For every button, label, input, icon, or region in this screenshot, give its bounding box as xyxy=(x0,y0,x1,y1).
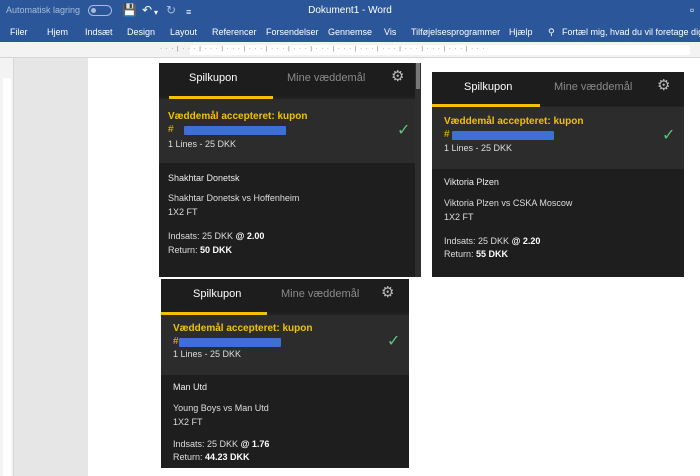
stake-line: Indsats: 25 DKK @ 2.00 xyxy=(168,231,264,241)
tab-spilkupon[interactable]: Spilkupon xyxy=(189,72,237,84)
coupon-tabs: Spilkupon Mine væddemål ⚙ xyxy=(161,279,409,313)
tab-forsendelser[interactable]: Forsendelser xyxy=(266,27,319,37)
coupon-lines: 1 Lines - 25 DKK xyxy=(168,139,237,149)
return-line: Return: 44.23 DKK xyxy=(173,452,250,462)
tab-design[interactable]: Design xyxy=(127,27,155,37)
tab-hjaelp[interactable]: Hjælp xyxy=(509,27,533,37)
coupon-hash: # xyxy=(168,124,174,135)
coupon-lines: 1 Lines - 25 DKK xyxy=(173,349,242,359)
stake-line: Indsats: 25 DKK @ 1.76 xyxy=(173,439,269,449)
match-name: Shakhtar Donetsk vs Hoffenheim xyxy=(168,193,300,203)
vertical-ruler[interactable] xyxy=(0,58,14,476)
coupon-scrollbar[interactable] xyxy=(415,63,421,277)
title-bar: Automatisk lagring 💾 ↶ ▾ ↻ ≡ Dokument1 -… xyxy=(0,0,700,22)
return-label: Return: xyxy=(173,452,203,462)
redacted-coupon-id xyxy=(452,131,554,140)
bet-details: Man Utd Young Boys vs Man Utd 1X2 FT Ind… xyxy=(161,375,409,468)
tab-indsaet[interactable]: Indsæt xyxy=(85,27,113,37)
gear-icon[interactable]: ⚙ xyxy=(657,78,670,94)
accepted-panel: Væddemål accepteret: kupon # 1 Lines - 2… xyxy=(161,315,409,375)
gear-icon[interactable]: ⚙ xyxy=(391,69,404,85)
ribbon-tabs: Filer Hjem Indsæt Design Layout Referenc… xyxy=(0,22,700,42)
window-controls-icon[interactable]: ▫ xyxy=(690,3,694,17)
coupon-tabs: Spilkupon Mine væddemål ⚙ xyxy=(432,72,684,106)
check-icon: ✓ xyxy=(662,127,676,144)
tab-mine-vaeddemaal[interactable]: Mine væddemål xyxy=(281,288,359,300)
stake-line: Indsats: 25 DKK @ 2.20 xyxy=(444,236,540,246)
odds-value: @ 1.76 xyxy=(240,439,270,449)
check-icon: ✓ xyxy=(397,122,411,139)
market-name: 1X2 FT xyxy=(444,212,474,222)
market-name: 1X2 FT xyxy=(168,207,198,217)
tab-filer[interactable]: Filer xyxy=(10,27,28,37)
gear-icon[interactable]: ⚙ xyxy=(381,285,394,301)
coupon-lines: 1 Lines - 25 DKK xyxy=(444,143,513,153)
return-value: 55 DKK xyxy=(476,249,509,259)
coupon-hash: # xyxy=(173,336,179,347)
return-line: Return: 55 DKK xyxy=(444,249,508,259)
bet-coupon-2: Spilkupon Mine væddemål ⚙ Væddemål accep… xyxy=(432,72,684,277)
tell-me-search[interactable]: Fortæl mig, hvad du vil foretage dig xyxy=(562,27,700,37)
tab-referencer[interactable]: Referencer xyxy=(212,27,257,37)
odds-value: @ 2.00 xyxy=(235,231,265,241)
scrollbar-thumb[interactable] xyxy=(416,63,420,89)
return-value: 50 DKK xyxy=(200,245,233,255)
stake-label: Indsats: 25 DKK xyxy=(173,439,239,449)
tab-hjem[interactable]: Hjem xyxy=(47,27,68,37)
vertical-ruler-text-area xyxy=(3,78,11,476)
selected-team: Viktoria Plzen xyxy=(444,177,499,187)
tab-gennemse[interactable]: Gennemse xyxy=(328,27,372,37)
return-label: Return: xyxy=(168,245,198,255)
accepted-panel: Væddemål accepteret: kupon # 1 Lines - 2… xyxy=(432,107,684,169)
odds-value: @ 2.20 xyxy=(511,236,541,246)
tab-tilfoejelsesprogrammer[interactable]: Tilføjelsesprogrammer xyxy=(411,27,500,37)
selected-team: Man Utd xyxy=(173,382,208,392)
stake-label: Indsats: 25 DKK xyxy=(444,236,510,246)
search-icon[interactable]: ⚲ xyxy=(548,27,555,38)
ruler-ticks: · · · | · · · | · · · | · · · | · · · | … xyxy=(160,46,486,52)
redacted-coupon-id xyxy=(179,338,281,347)
horizontal-ruler[interactable]: · · · | · · · | · · · | · · · | · · · | … xyxy=(0,42,700,58)
return-label: Return: xyxy=(444,249,474,259)
return-value: 44.23 DKK xyxy=(205,452,250,462)
stake-label: Indsats: 25 DKK xyxy=(168,231,234,241)
coupon-hash: # xyxy=(444,129,450,140)
accepted-message: Væddemål accepteret: kupon xyxy=(173,323,313,334)
check-icon: ✓ xyxy=(387,333,401,350)
document-title: Dokument1 - Word xyxy=(308,5,392,16)
redacted-coupon-id xyxy=(184,126,286,135)
match-name: Viktoria Plzen vs CSKA Moscow xyxy=(444,198,573,208)
bet-details: Viktoria Plzen Viktoria Plzen vs CSKA Mo… xyxy=(432,169,684,277)
accepted-message: Væddemål accepteret: kupon xyxy=(444,116,584,127)
tab-vis[interactable]: Vis xyxy=(384,27,396,37)
market-name: 1X2 FT xyxy=(173,417,203,427)
accepted-message: Væddemål accepteret: kupon xyxy=(168,111,308,122)
selected-team: Shakhtar Donetsk xyxy=(168,173,240,183)
tab-spilkupon[interactable]: Spilkupon xyxy=(193,288,241,300)
return-line: Return: 50 DKK xyxy=(168,245,232,255)
coupon-tabs: Spilkupon Mine væddemål ⚙ xyxy=(159,63,421,97)
bet-details: Shakhtar Donetsk Shakhtar Donetsk vs Hof… xyxy=(159,163,421,277)
tab-mine-vaeddemaal[interactable]: Mine væddemål xyxy=(554,81,632,93)
bet-coupon-3: Spilkupon Mine væddemål ⚙ Væddemål accep… xyxy=(161,279,409,468)
match-name: Young Boys vs Man Utd xyxy=(173,403,269,413)
tab-layout[interactable]: Layout xyxy=(170,27,197,37)
bet-coupon-1: Spilkupon Mine væddemål ⚙ Væddemål accep… xyxy=(159,63,421,277)
accepted-panel: Væddemål accepteret: kupon # 1 Lines - 2… xyxy=(159,99,421,163)
tab-spilkupon[interactable]: Spilkupon xyxy=(464,81,512,93)
tab-mine-vaeddemaal[interactable]: Mine væddemål xyxy=(287,72,365,84)
